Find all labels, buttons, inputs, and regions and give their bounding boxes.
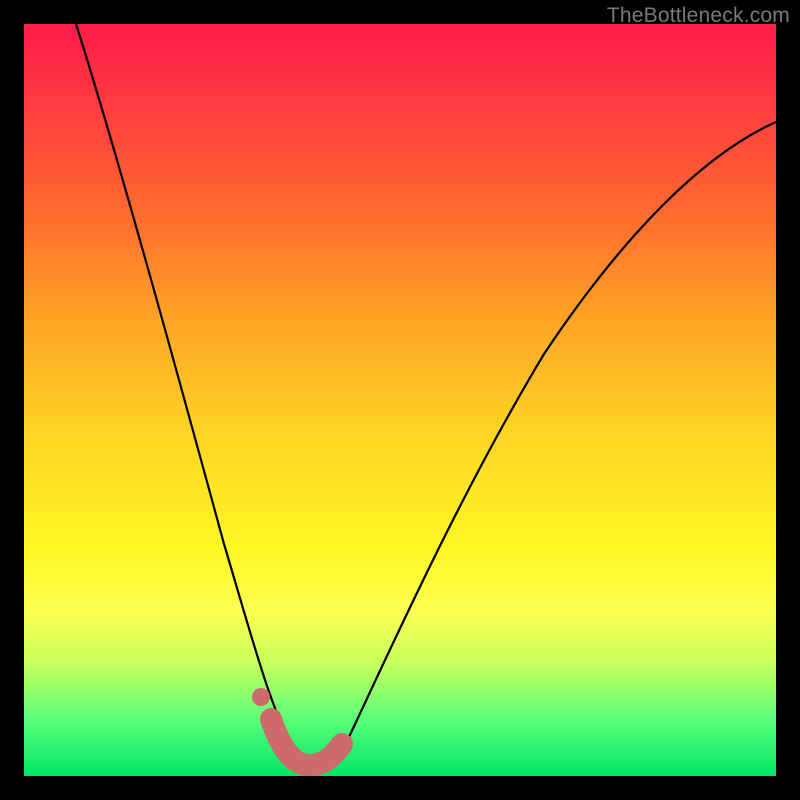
accent-highlight <box>271 719 342 765</box>
accent-dot <box>252 688 270 706</box>
watermark-text: TheBottleneck.com <box>607 4 790 28</box>
chart-plot-area <box>24 24 776 776</box>
bottleneck-curve <box>76 24 776 769</box>
chart-svg <box>24 24 776 776</box>
